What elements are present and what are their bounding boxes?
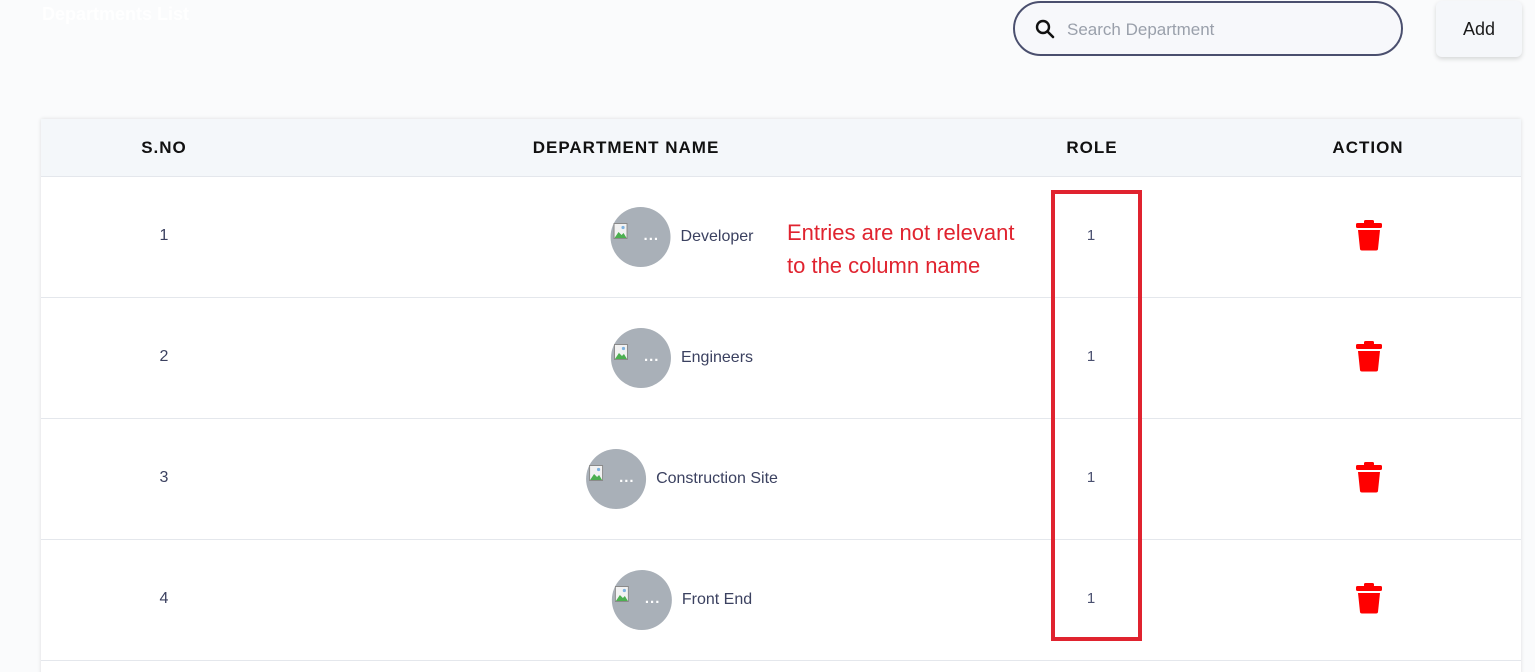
- row-sno: 1: [159, 227, 169, 244]
- trash-icon[interactable]: [1355, 219, 1383, 251]
- broken-image-icon: [614, 586, 629, 602]
- department-cell: ... Construction Site: [586, 449, 778, 509]
- avatar-overflow: ...: [644, 590, 661, 607]
- search-icon[interactable]: [1035, 19, 1055, 39]
- column-header-role: ROLE: [1066, 138, 1118, 157]
- page: Departments List Add S.NO DEPARTMENT NAM…: [0, 0, 1535, 672]
- trash-icon[interactable]: [1355, 461, 1383, 493]
- broken-image-icon: [613, 223, 628, 239]
- avatar: ...: [610, 328, 671, 388]
- department-cell: ... Developer: [610, 207, 754, 267]
- department-cell: ... Front End: [611, 570, 753, 630]
- avatar-overflow: ...: [643, 227, 660, 244]
- departments-table: S.NO DEPARTMENT NAME ROLE ACTION 1 ... D…: [41, 119, 1521, 672]
- column-header-sno: S.NO: [141, 138, 187, 157]
- broken-image-icon: [613, 344, 628, 360]
- row-sno: 2: [159, 348, 169, 365]
- department-name: Engineers: [680, 349, 754, 366]
- page-title: Departments List: [42, 4, 190, 24]
- department-name: Construction Site: [656, 470, 778, 487]
- table-row: 4 ... Front End 1: [41, 540, 1521, 661]
- avatar-overflow: ...: [643, 348, 660, 365]
- broken-image-icon: [589, 465, 604, 481]
- row-role: 1: [1086, 469, 1096, 486]
- annotation-note: Entries are not relevant to the column n…: [787, 216, 1057, 282]
- table-header: S.NO DEPARTMENT NAME ROLE ACTION: [41, 119, 1521, 177]
- trash-icon[interactable]: [1355, 340, 1383, 372]
- search-box[interactable]: [1013, 1, 1403, 56]
- table-row: 1 ... Developer 1: [41, 177, 1521, 298]
- avatar: ...: [586, 449, 647, 509]
- row-sno: 4: [159, 590, 169, 607]
- table-row: 2 ... Engineers 1: [41, 298, 1521, 419]
- annotation-line: Entries are not relevant: [787, 220, 1015, 245]
- avatar: ...: [610, 207, 671, 267]
- column-header-department-name: DEPARTMENT NAME: [532, 138, 720, 157]
- row-role: 1: [1086, 227, 1096, 244]
- add-button[interactable]: Add: [1436, 1, 1522, 57]
- column-header-action: ACTION: [1332, 138, 1404, 157]
- row-role: 1: [1086, 590, 1096, 607]
- row-role: 1: [1086, 348, 1096, 365]
- department-name: Front End: [681, 591, 753, 608]
- table-row: 3 ... Construction Site 1: [41, 419, 1521, 540]
- search-input[interactable]: [1065, 11, 1389, 49]
- avatar: ...: [611, 570, 672, 630]
- row-sno: 3: [159, 469, 169, 486]
- department-cell: ... Engineers: [610, 328, 754, 388]
- trash-icon[interactable]: [1355, 582, 1383, 614]
- avatar-overflow: ...: [619, 469, 635, 486]
- department-name: Developer: [680, 228, 754, 245]
- annotation-line: to the column name: [787, 253, 981, 278]
